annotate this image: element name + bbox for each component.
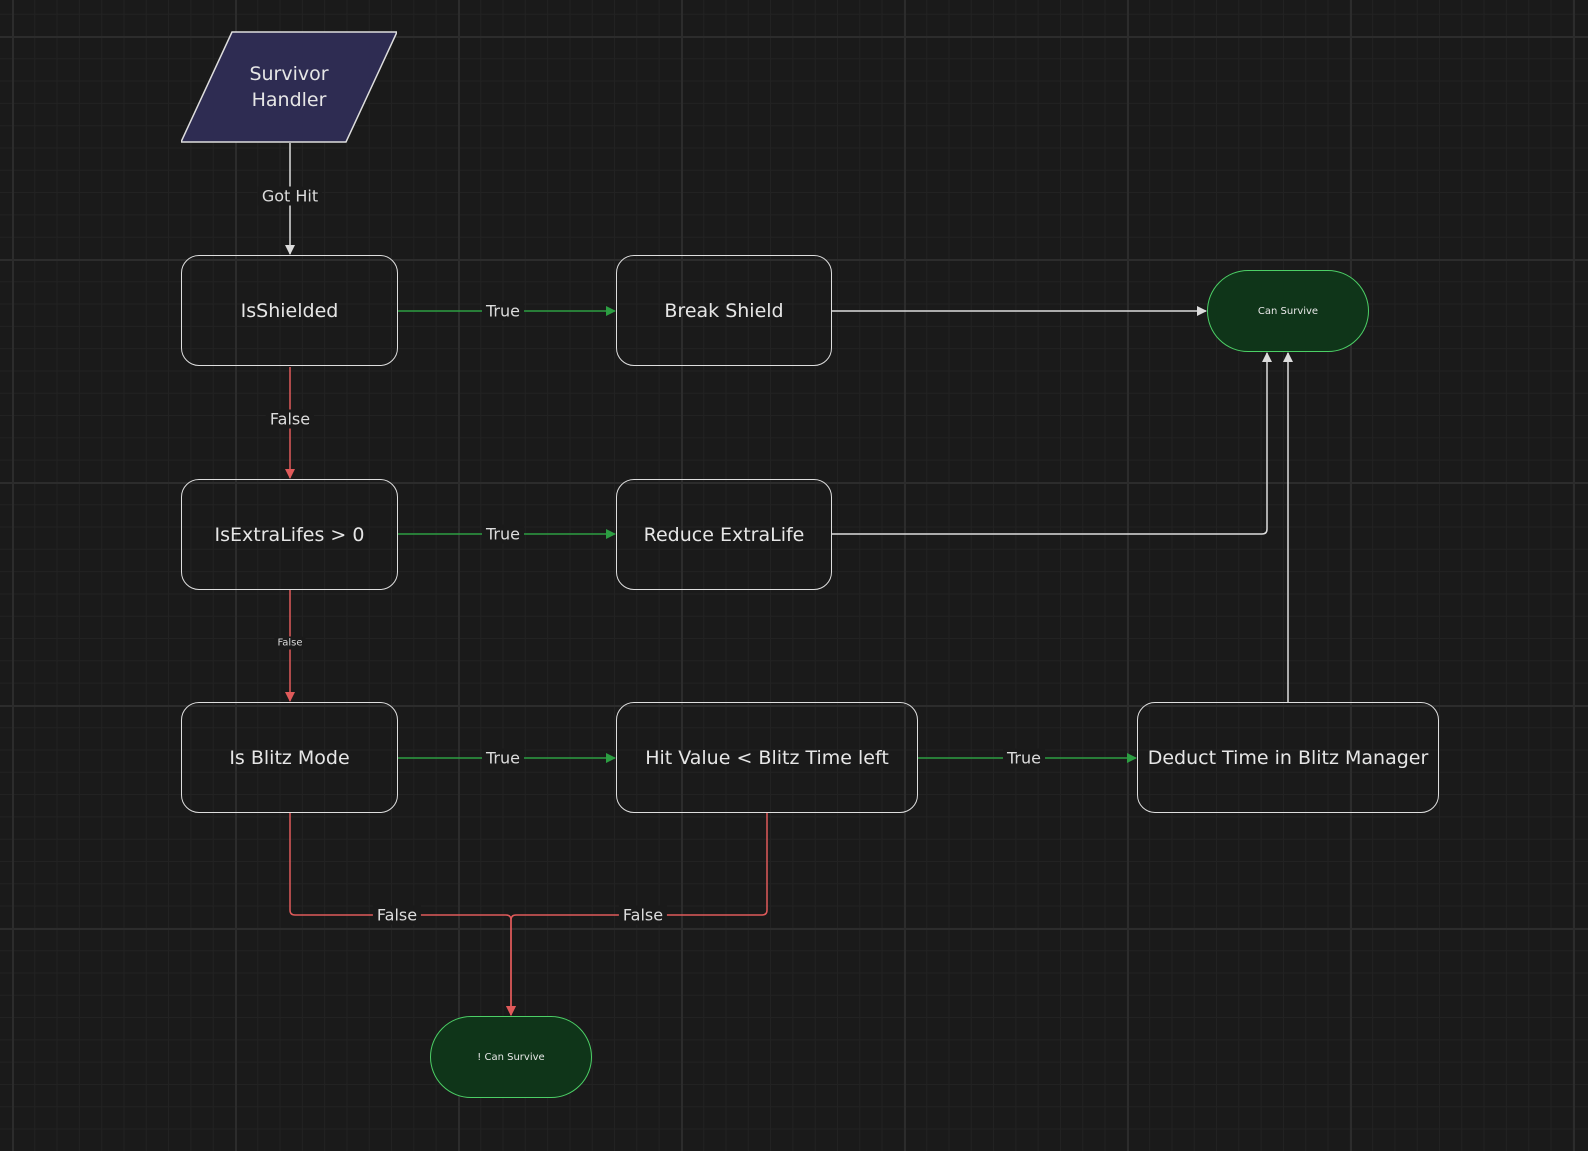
- edge-label-shielded-true: True: [482, 301, 524, 321]
- edge-label-blitz-true: True: [482, 748, 524, 768]
- cannot-survive-node[interactable]: ! Can Survive: [430, 1016, 592, 1098]
- reduce-extra-life-node[interactable]: Reduce ExtraLife: [616, 479, 832, 590]
- break-shield-node[interactable]: Break Shield: [616, 255, 832, 366]
- edge-label-shielded-false: False: [265, 409, 315, 429]
- is-extra-lifes-label: IsExtraLifes > 0: [214, 523, 365, 546]
- deduct-time-node[interactable]: Deduct Time in Blitz Manager: [1137, 702, 1439, 813]
- edge-label-hit-true: True: [1003, 748, 1045, 768]
- hit-value-check-node[interactable]: Hit Value < Blitz Time left: [616, 702, 918, 813]
- cannot-survive-label: ! Can Survive: [477, 1051, 545, 1063]
- break-shield-label: Break Shield: [664, 299, 784, 322]
- edge-label-extra-false: False: [274, 636, 306, 650]
- edge-label-hit-false: False: [618, 905, 668, 925]
- edge-reduce-to-survive: [832, 352, 1272, 535]
- is-shielded-label: IsShielded: [240, 299, 339, 322]
- is-blitz-mode-node[interactable]: Is Blitz Mode: [181, 702, 398, 813]
- is-extra-lifes-node[interactable]: IsExtraLifes > 0: [181, 479, 398, 590]
- is-blitz-mode-label: Is Blitz Mode: [229, 746, 350, 769]
- edge-label-blitz-false: False: [372, 905, 422, 925]
- edge-label-got-hit: Got Hit: [257, 186, 323, 206]
- edge-label-extra-true: True: [482, 524, 524, 544]
- deduct-time-label: Deduct Time in Blitz Manager: [1147, 746, 1429, 769]
- hit-value-check-label: Hit Value < Blitz Time left: [645, 746, 889, 769]
- is-shielded-node[interactable]: IsShielded: [181, 255, 398, 366]
- can-survive-node[interactable]: Can Survive: [1207, 270, 1369, 352]
- reduce-extra-life-label: Reduce ExtraLife: [643, 523, 805, 546]
- can-survive-label: Can Survive: [1257, 305, 1319, 317]
- survivor-handler-label: Survivor Handler: [249, 63, 329, 111]
- survivor-handler-node[interactable]: Survivor Handler: [181, 31, 397, 143]
